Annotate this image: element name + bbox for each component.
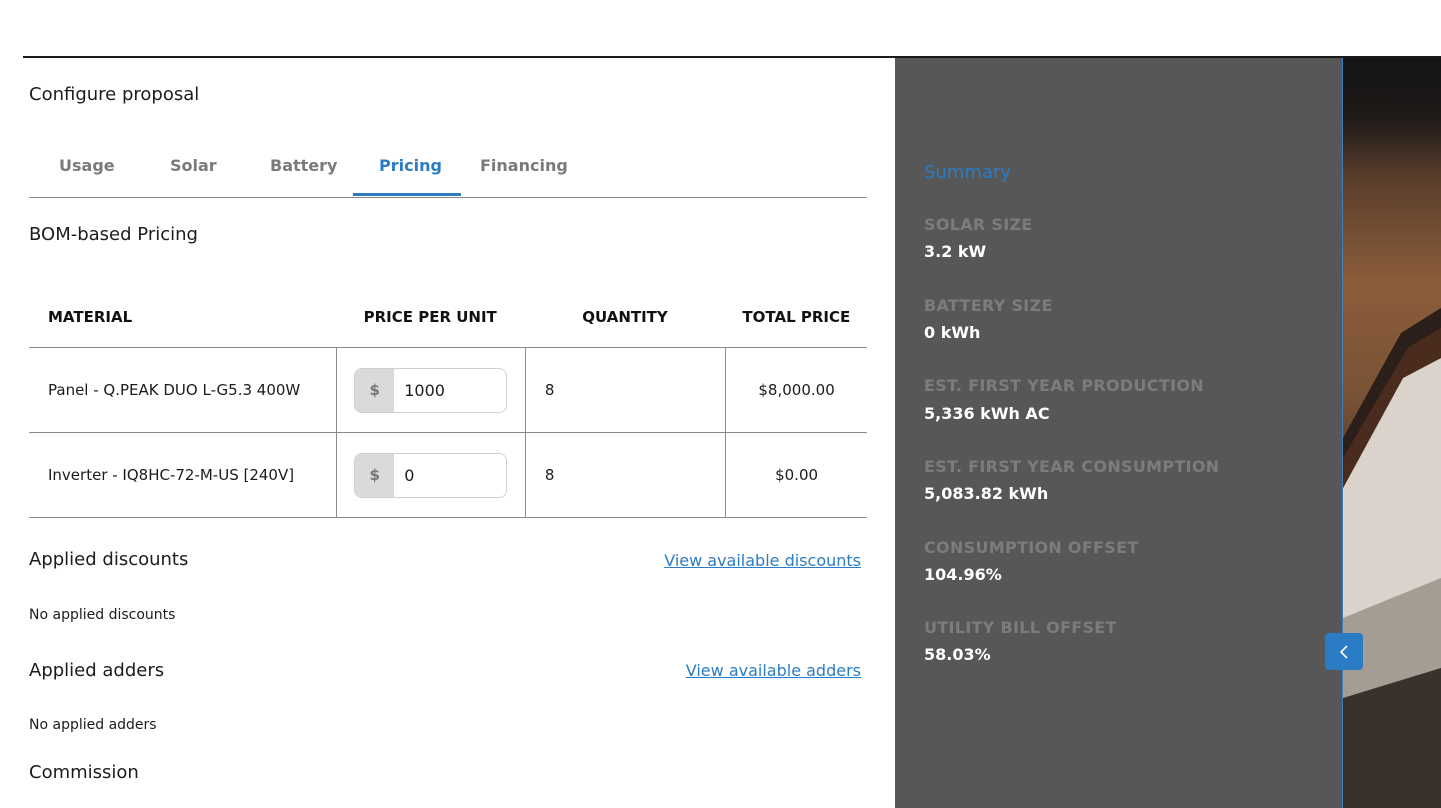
table-row: Inverter - IQ8HC-72-M-US [240V] $ 8 $0.0…	[29, 432, 867, 518]
material-cell: Inverter - IQ8HC-72-M-US [240V]	[29, 432, 337, 518]
currency-prefix: $	[355, 453, 395, 497]
tab-bar: Usage Solar Battery Pricing Financing	[29, 148, 867, 198]
price-input-group: $	[354, 367, 508, 413]
tab-battery[interactable]: Battery	[270, 156, 337, 175]
price-input-group: $	[354, 452, 508, 498]
active-tab-indicator	[353, 193, 461, 196]
summary-label-bill-offset: UTILITY BILL OFFSET	[924, 618, 1117, 637]
view-discounts-link[interactable]: View available discounts	[664, 551, 861, 570]
total-cell: $8,000.00	[725, 347, 867, 433]
price-cell: $	[335, 347, 526, 433]
no-adders-text: No applied adders	[29, 717, 157, 733]
price-input[interactable]	[394, 368, 507, 412]
bom-table: MATERIAL PRICE PER UNIT QUANTITY TOTAL P…	[29, 287, 867, 518]
view-adders-link[interactable]: View available adders	[686, 661, 861, 680]
summary-value-solar-size: 3.2 kW	[924, 242, 987, 261]
tab-financing[interactable]: Financing	[480, 156, 568, 175]
top-bar	[0, 0, 1441, 56]
column-header-price-per-unit: PRICE PER UNIT	[336, 287, 526, 348]
material-cell: Panel - Q.PEAK DUO L-G5.3 400W	[29, 347, 337, 433]
configure-panel: Configure proposal Usage Solar Battery P…	[0, 58, 895, 808]
summary-label-consumption-offset: CONSUMPTION OFFSET	[924, 538, 1139, 557]
no-discounts-text: No applied discounts	[29, 607, 176, 623]
summary-panel: Summary SOLAR SIZE 3.2 kW BATTERY SIZE 0…	[895, 58, 1343, 808]
column-header-quantity: QUANTITY	[525, 287, 726, 348]
total-cell: $0.00	[725, 432, 867, 518]
applied-adders-heading: Applied adders	[29, 660, 165, 681]
house-photo	[1343, 58, 1441, 808]
table-row: Panel - Q.PEAK DUO L-G5.3 400W $ 8 $8,00…	[29, 347, 867, 433]
column-header-total-price: TOTAL PRICE	[725, 287, 867, 348]
quantity-cell: 8	[525, 347, 727, 433]
tab-pricing[interactable]: Pricing	[379, 156, 442, 175]
price-input[interactable]	[394, 453, 507, 497]
summary-value-production: 5,336 kWh AC	[924, 404, 1050, 423]
tab-usage[interactable]: Usage	[59, 156, 115, 175]
tab-solar[interactable]: Solar	[170, 156, 217, 175]
summary-title: Summary	[924, 162, 1011, 183]
quantity-cell: 8	[525, 432, 727, 518]
roof-image	[1343, 308, 1441, 808]
summary-value-bill-offset: 58.03%	[924, 645, 991, 664]
page-title: Configure proposal	[29, 84, 200, 105]
table-header-row: MATERIAL PRICE PER UNIT QUANTITY TOTAL P…	[29, 287, 867, 348]
pricing-heading: BOM-based Pricing	[29, 224, 198, 245]
summary-value-battery-size: 0 kWh	[924, 323, 981, 342]
summary-value-consumption-offset: 104.96%	[924, 565, 1002, 584]
price-cell: $	[335, 432, 526, 518]
collapse-summary-button[interactable]	[1325, 633, 1363, 670]
currency-prefix: $	[355, 368, 395, 412]
column-header-material: MATERIAL	[29, 287, 337, 348]
summary-label-battery-size: BATTERY SIZE	[924, 296, 1053, 315]
summary-label-production: EST. FIRST YEAR PRODUCTION	[924, 376, 1204, 395]
chevron-left-icon	[1339, 644, 1348, 659]
summary-label-consumption: EST. FIRST YEAR CONSUMPTION	[924, 457, 1220, 476]
summary-label-solar-size: SOLAR SIZE	[924, 215, 1033, 234]
applied-discounts-heading: Applied discounts	[29, 549, 189, 570]
commission-heading: Commission	[29, 762, 139, 783]
summary-value-consumption: 5,083.82 kWh	[924, 484, 1049, 503]
